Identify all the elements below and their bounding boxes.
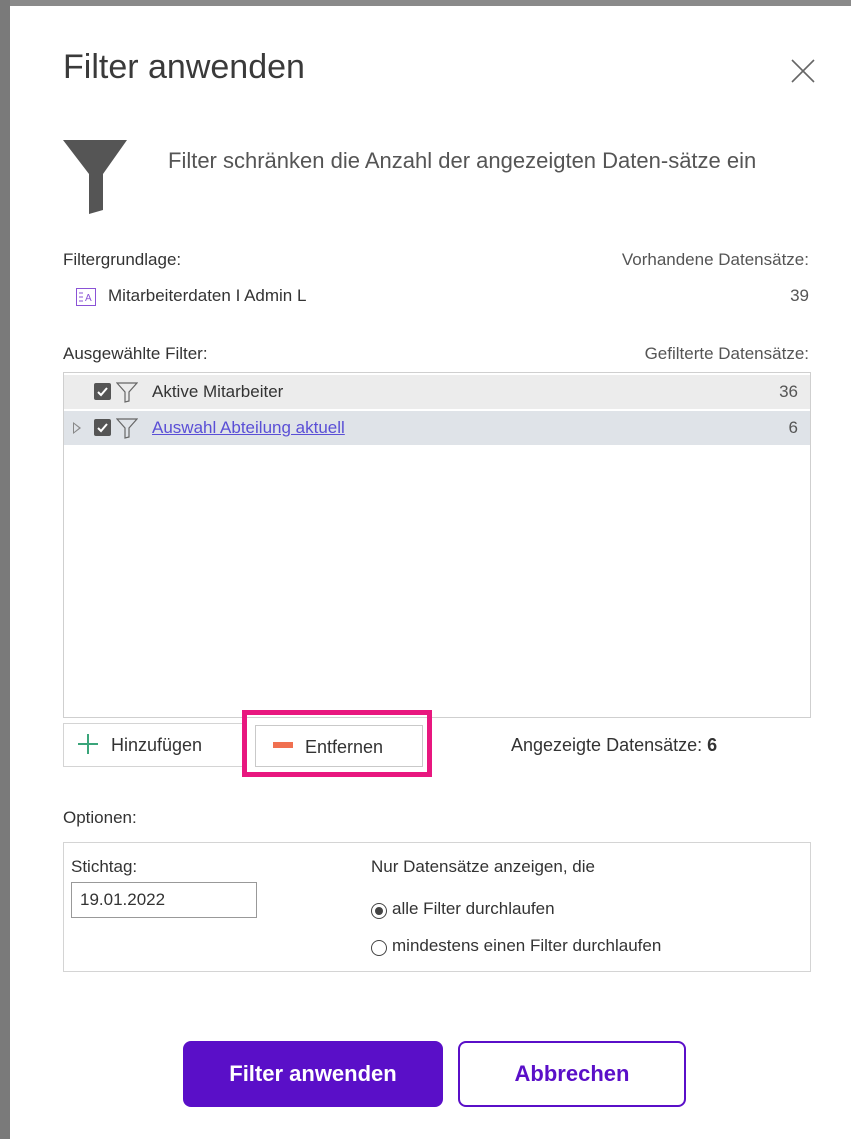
selected-filters-label: Ausgewählte Filter: bbox=[63, 344, 208, 363]
date-label: Stichtag: bbox=[71, 857, 138, 876]
filter-row[interactable]: Auswahl Abteilung aktuell 6 bbox=[64, 411, 810, 445]
highlight-frame bbox=[242, 710, 432, 777]
expand-arrow-icon[interactable] bbox=[73, 422, 81, 434]
radio-any-filter[interactable] bbox=[371, 940, 387, 956]
options-panel: Stichtag: 19.01.2022 Nur Datensätze anze… bbox=[63, 842, 811, 972]
dialog-title: Filter anwenden bbox=[63, 48, 305, 86]
options-label: Optionen: bbox=[63, 808, 137, 827]
filter-name: Aktive Mitarbeiter bbox=[152, 382, 284, 401]
window-left-edge bbox=[0, 0, 10, 1139]
dialog-subtitle: Filter schränken die Anzahl der angezeig… bbox=[168, 148, 757, 173]
svg-text:A: A bbox=[85, 293, 92, 304]
shown-records-label: Angezeigte Datensätze: bbox=[511, 735, 703, 755]
dataset-icon: A bbox=[76, 288, 96, 306]
filter-dialog: Filter anwenden Filter schränken die Anz… bbox=[10, 6, 851, 1139]
checkbox[interactable] bbox=[94, 419, 111, 436]
basis-label: Filtergrundlage: bbox=[63, 250, 182, 269]
cancel-button[interactable]: Abbrechen bbox=[458, 1041, 686, 1107]
add-button-label: Hinzufügen bbox=[111, 735, 203, 755]
filter-icon bbox=[116, 418, 138, 439]
filtered-records-label: Gefilterte Datensätze: bbox=[644, 344, 809, 363]
shown-records-count: 6 bbox=[707, 735, 718, 755]
radio-all-filters[interactable] bbox=[371, 903, 387, 919]
source-name: Mitarbeiterdaten I Admin L bbox=[108, 286, 307, 305]
source-count: 39 bbox=[790, 286, 809, 305]
available-records-label: Vorhandene Datensätze: bbox=[621, 250, 809, 269]
filter-row[interactable]: Aktive Mitarbeiter 36 bbox=[64, 375, 810, 409]
funnel-icon bbox=[63, 140, 127, 214]
checkbox[interactable] bbox=[94, 383, 111, 400]
mode-label: Nur Datensätze anzeigen, die bbox=[371, 857, 595, 876]
filter-name-link[interactable]: Auswahl Abteilung aktuell bbox=[152, 418, 345, 438]
filter-list[interactable]: Aktive Mitarbeiter 36 Auswahl Abteilung … bbox=[63, 372, 811, 718]
radio-all-filters-label[interactable]: alle Filter durchlaufen bbox=[392, 899, 555, 919]
filter-icon bbox=[116, 382, 138, 403]
date-field[interactable]: 19.01.2022 bbox=[71, 882, 257, 918]
add-button[interactable]: Hinzufügen bbox=[63, 723, 243, 767]
apply-filter-button[interactable]: Filter anwenden bbox=[183, 1041, 443, 1107]
filter-count: 6 bbox=[788, 418, 798, 437]
filter-count: 36 bbox=[779, 382, 798, 401]
plus-icon bbox=[78, 734, 98, 754]
shown-records: Angezeigte Datensätze: 6 bbox=[511, 735, 717, 756]
radio-any-filter-label[interactable]: mindestens einen Filter durchlaufen bbox=[392, 936, 661, 956]
close-icon[interactable] bbox=[788, 56, 818, 86]
